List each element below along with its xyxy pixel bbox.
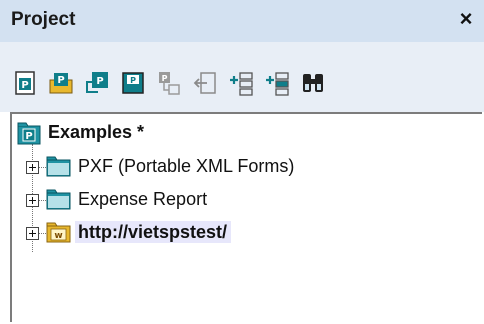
add-external-folder-button[interactable]: [264, 70, 290, 96]
reload-project-button[interactable]: P: [84, 70, 110, 96]
svg-text:P: P: [25, 131, 32, 142]
tree-item-label: Expense Report: [78, 189, 208, 209]
find-icon: [303, 74, 323, 92]
window-title: Project: [11, 9, 76, 30]
save-project-button[interactable]: P: [120, 70, 146, 96]
svg-text:P: P: [130, 76, 136, 85]
reload-project-icon: P: [86, 72, 108, 93]
svg-text:P: P: [21, 80, 28, 91]
add-folder-icon: [230, 72, 253, 96]
add-external-button[interactable]: [192, 70, 218, 96]
svg-text:w: w: [54, 231, 62, 241]
svg-text:P: P: [96, 76, 103, 87]
add-files-icon: P: [159, 72, 180, 95]
tree-root[interactable]: P Examples *: [12, 118, 472, 148]
project-window: Project × P P P P P P Examples * PXF (Po…: [0, 0, 484, 324]
title-bar: Project ×: [0, 0, 484, 42]
tree-root-label: Examples *: [48, 122, 145, 142]
expand-icon[interactable]: [26, 194, 39, 207]
toolbar: P P P P P: [0, 42, 484, 112]
add-external-icon: [193, 72, 216, 94]
folder-icon: [46, 156, 71, 177]
project-tree: P Examples * PXF (Portable XML Forms) Ex…: [10, 112, 482, 322]
folder-icon: [46, 189, 71, 210]
open-project-button[interactable]: P: [48, 70, 74, 96]
open-project-icon: P: [49, 73, 73, 94]
tree-item-label: http://vietspstest/: [75, 221, 232, 243]
add-external-folder-icon: [266, 72, 289, 96]
new-project-button[interactable]: P: [12, 70, 38, 96]
svg-text:P: P: [57, 75, 64, 86]
expand-icon[interactable]: [26, 227, 39, 240]
add-files-button[interactable]: P: [156, 70, 182, 96]
add-folder-button[interactable]: [228, 70, 254, 96]
save-project-icon: P: [122, 72, 144, 94]
find-button[interactable]: [300, 70, 326, 96]
close-icon[interactable]: ×: [454, 6, 478, 32]
selection-highlight: http://vietspstest/: [75, 221, 232, 243]
tree-item-pxf[interactable]: PXF (Portable XML Forms): [12, 152, 472, 182]
svg-text:P: P: [162, 74, 168, 83]
tree-item-expense-report[interactable]: Expense Report: [12, 185, 472, 215]
tree-item-web-folder[interactable]: w http://vietspstest/: [12, 218, 472, 248]
new-project-icon: P: [15, 71, 35, 95]
web-folder-icon: w: [46, 222, 71, 243]
project-icon: P: [17, 122, 41, 145]
expand-icon[interactable]: [26, 161, 39, 174]
tree-item-label: PXF (Portable XML Forms): [78, 156, 295, 176]
